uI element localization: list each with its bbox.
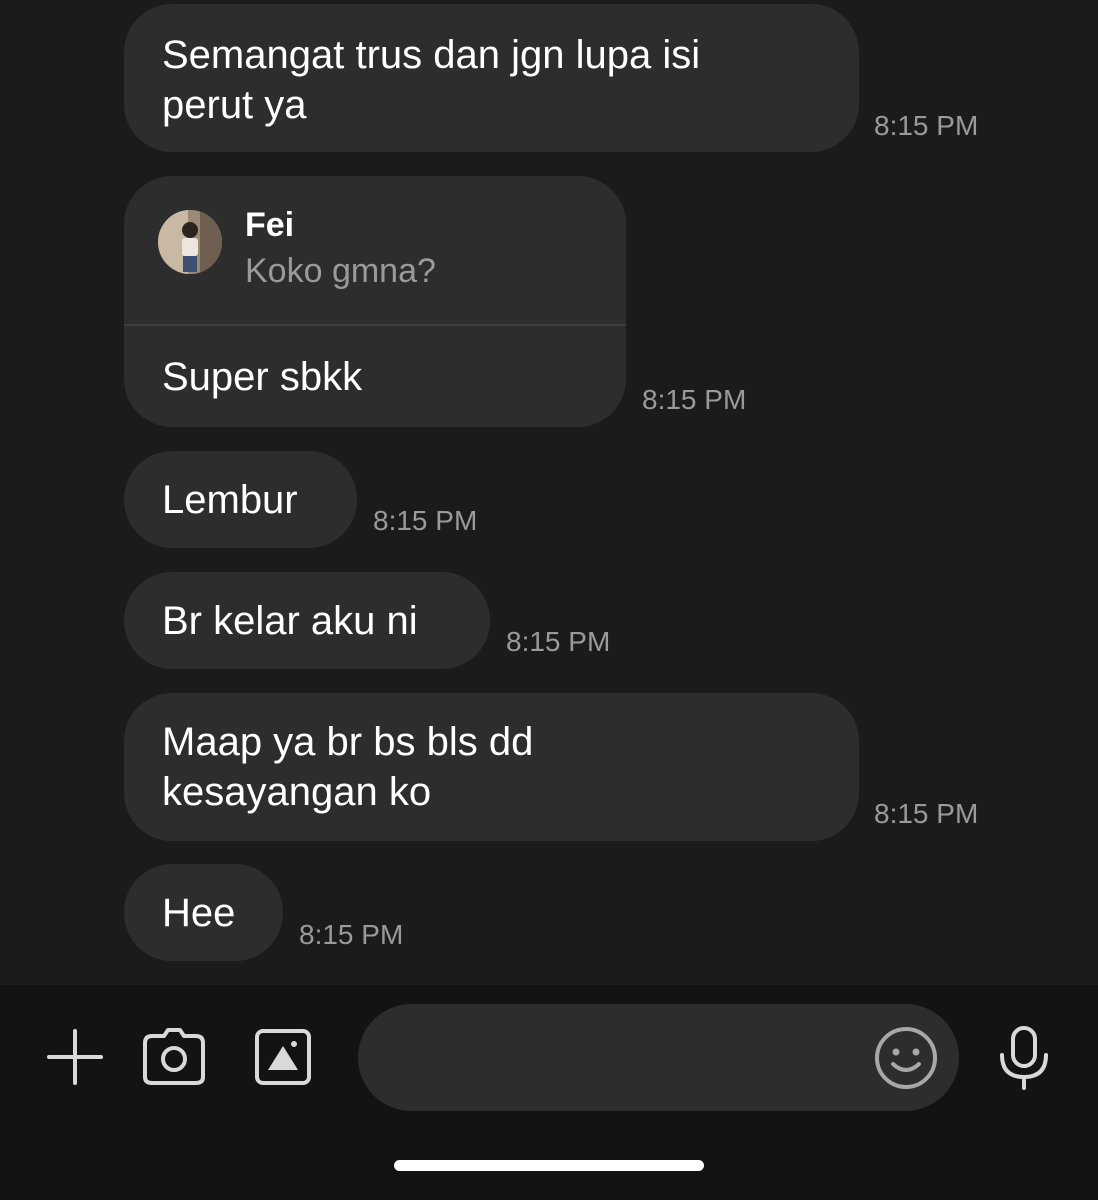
message-text: Hee	[162, 891, 236, 935]
message-text-line: kesayangan ko	[162, 770, 432, 814]
message-text: Lembur	[162, 478, 298, 522]
message-text: Super sbkk	[162, 355, 363, 399]
message-timestamp: 8:15 PM	[299, 919, 404, 950]
camera-icon[interactable]	[142, 1028, 206, 1086]
message-bubble[interactable]: Semangat trus dan jgn lupa isi perut ya	[124, 4, 859, 152]
message-text-line: Semangat trus dan jgn lupa isi	[162, 33, 701, 77]
message-text-line: perut ya	[162, 83, 307, 127]
emoji-icon[interactable]	[874, 1026, 938, 1090]
chat-area[interactable]: Semangat trus dan jgn lupa isi perut ya …	[0, 0, 1098, 985]
plus-icon[interactable]	[46, 1028, 104, 1086]
home-indicator[interactable]	[394, 1160, 704, 1171]
message-bubble[interactable]: Br kelar aku ni	[124, 572, 490, 669]
message-text: Br kelar aku ni	[162, 599, 418, 643]
message-timestamp: 8:15 PM	[874, 110, 979, 141]
message-text-line: Maap ya br bs bls dd	[162, 720, 534, 764]
message[interactable]: Lembur	[124, 451, 357, 548]
message[interactable]: Hee	[124, 864, 283, 961]
message-timestamp: 8:15 PM	[373, 505, 478, 536]
message-timestamp: 8:15 PM	[506, 626, 611, 657]
reply-author: Fei	[245, 206, 295, 244]
reply-message[interactable]: Fei Koko gmna? Super sbkk	[124, 176, 626, 427]
message-timestamp: 8:15 PM	[874, 798, 979, 829]
reply-preview-text: Koko gmna?	[245, 252, 436, 290]
quoted-reply[interactable]: Fei Koko gmna?	[124, 176, 626, 326]
message[interactable]: Br kelar aku ni	[124, 572, 490, 669]
message-bubble[interactable]: Lembur	[124, 451, 357, 548]
message[interactable]: Maap ya br bs bls dd kesayangan ko	[124, 693, 859, 841]
message-timestamp: 8:15 PM	[642, 384, 747, 415]
message-bubble[interactable]: Fei Koko gmna? Super sbkk	[124, 176, 626, 427]
message[interactable]: Semangat trus dan jgn lupa isi perut ya	[124, 4, 859, 152]
message-bubble[interactable]: Hee	[124, 864, 283, 961]
message-input-bar	[0, 985, 1098, 1200]
gallery-icon[interactable]	[254, 1028, 312, 1086]
message-input[interactable]	[358, 1004, 959, 1111]
avatar[interactable]	[158, 210, 222, 274]
microphone-icon[interactable]	[996, 1025, 1052, 1091]
message-bubble[interactable]: Maap ya br bs bls dd kesayangan ko	[124, 693, 859, 841]
